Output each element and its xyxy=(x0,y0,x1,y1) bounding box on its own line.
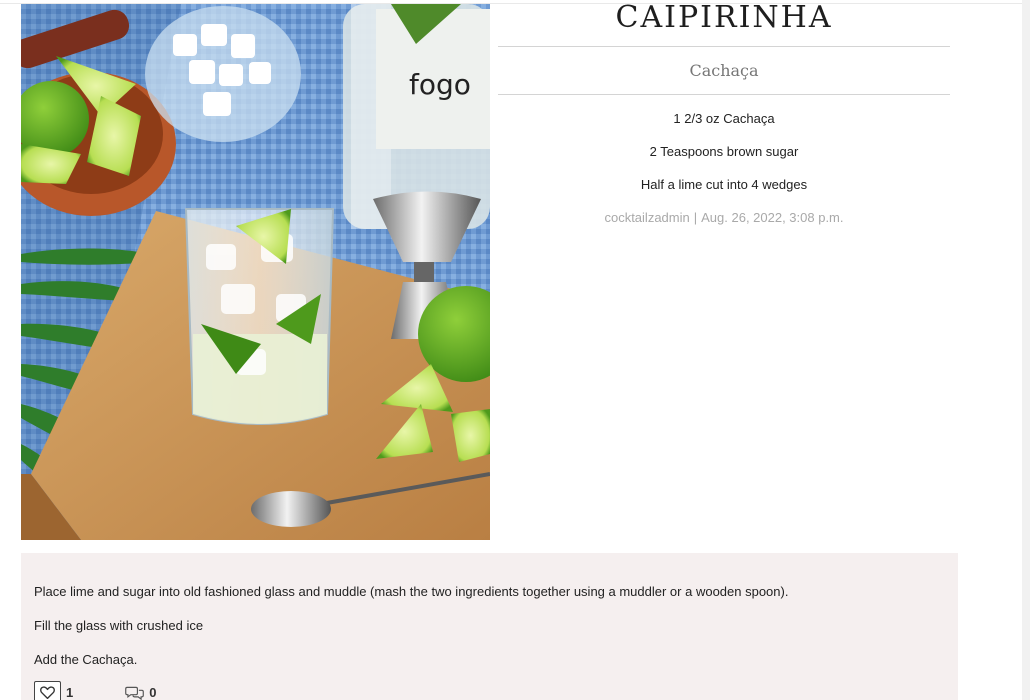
scrollbar-track[interactable] xyxy=(1022,0,1030,700)
post-actions: 1 0 xyxy=(34,681,156,700)
ingredient-item: 2 Teaspoons brown sugar xyxy=(649,144,799,159)
recipe-category[interactable]: Cachaça xyxy=(498,47,950,94)
bottle-label: fogo xyxy=(409,68,471,101)
instruction-step: Add the Cachaça. xyxy=(34,652,138,667)
comment-count: 0 xyxy=(149,684,157,700)
instruction-step: Place lime and sugar into old fashioned … xyxy=(34,584,789,599)
post-meta: cocktailzadmin | Aug. 26, 2022, 3:08 p.m. xyxy=(498,209,950,227)
meta-separator: | xyxy=(693,210,698,225)
cocktail-photo: fogo xyxy=(21,4,490,540)
ingredient-item: 1 2/3 oz Cachaça xyxy=(673,111,775,126)
author-link[interactable]: cocktailzadmin xyxy=(604,210,689,225)
heart-icon xyxy=(40,685,55,699)
instruction-step: Fill the glass with crushed ice xyxy=(34,618,204,633)
recipe-title: CAIPIRINHA xyxy=(615,0,833,35)
recipe-details: CAIPIRINHA Cachaça 1 2/3 oz Cachaça 2 Te… xyxy=(498,0,950,227)
comment-button[interactable]: 0 xyxy=(125,685,156,700)
comment-bubbles-icon xyxy=(125,686,145,700)
ingredient-list: 1 2/3 oz Cachaça 2 Teaspoons brown sugar… xyxy=(498,110,950,209)
instructions-panel: Place lime and sugar into old fashioned … xyxy=(21,553,958,700)
ingredient-item: Half a lime cut into 4 wedges xyxy=(640,177,808,192)
like-button[interactable] xyxy=(34,681,61,700)
post-date: Aug. 26, 2022, 3:08 p.m. xyxy=(701,210,844,225)
divider xyxy=(498,94,950,95)
like-count: 1 xyxy=(66,684,74,700)
